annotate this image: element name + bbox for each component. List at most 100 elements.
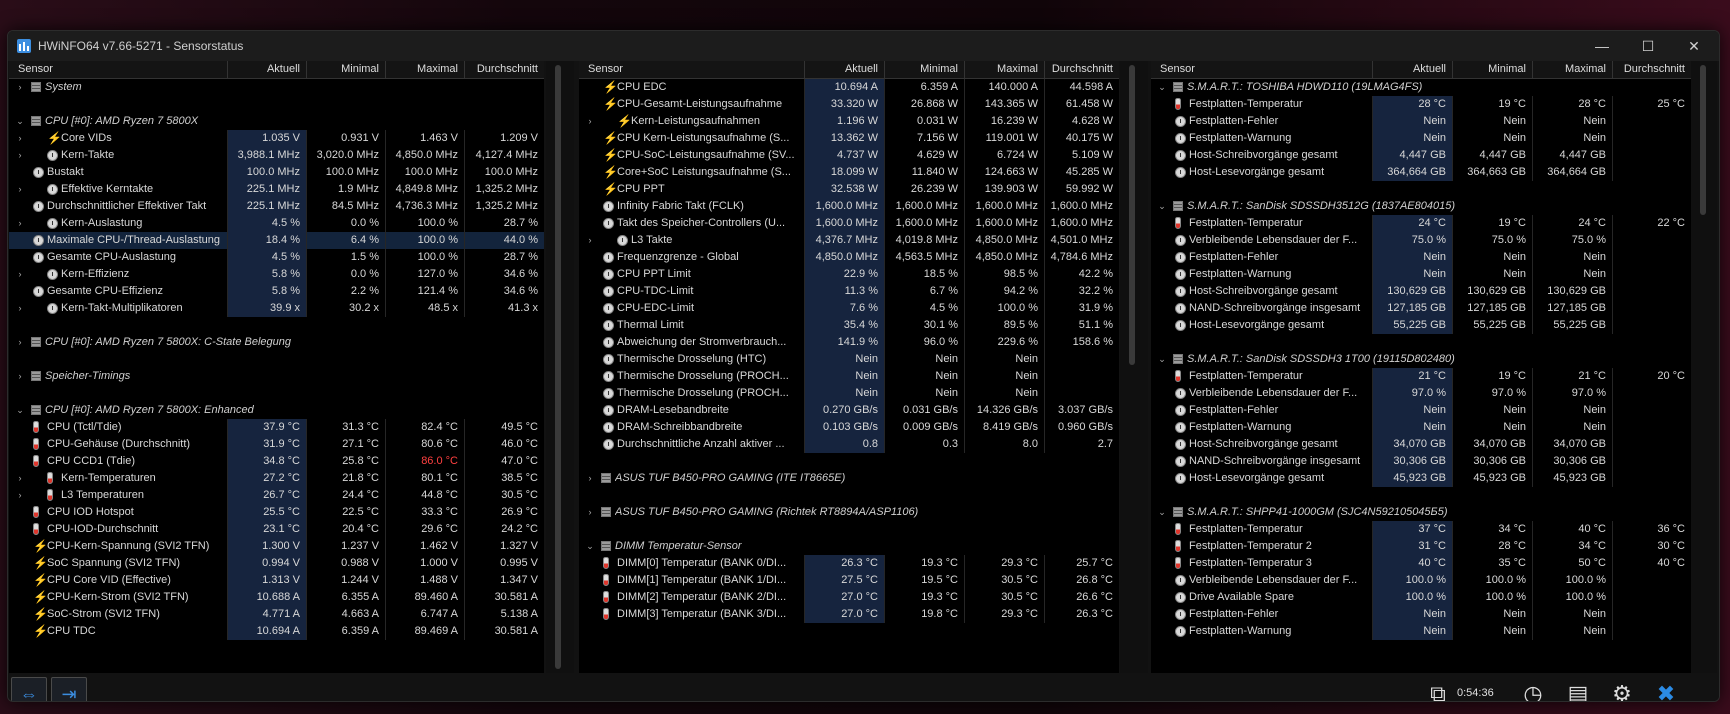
- sensor-row[interactable]: ⚡ CPU Core VID (Effective) 1.313 V 1.244 V1…: [9, 572, 544, 589]
- column-header[interactable]: Sensor Aktuell Minimal Maximal Durchschnitt: [579, 61, 1119, 79]
- sensor-row[interactable]: Thermal Limit 35.4 % 30.1 % 89.5 % 51.1 %: [579, 317, 1119, 334]
- sensor-row[interactable]: Host-Schreibvorgänge gesamt 34,070 GB 34,0…: [1151, 436, 1691, 453]
- column-header[interactable]: Sensor Aktuell Minimal Maximal Durchschnitt: [1151, 61, 1691, 79]
- expand-chevron-icon[interactable]: ›: [15, 130, 25, 147]
- sensor-row[interactable]: CPU-Gehäuse (Durchschnitt) 31.9 °C 27.1 °C…: [9, 436, 544, 453]
- expand-panels-button[interactable]: ⇔: [11, 677, 47, 701]
- expand-chevron-icon[interactable]: ›: [15, 147, 25, 164]
- clock-reset-icon[interactable]: ◷: [1513, 675, 1553, 701]
- expand-chevron-icon[interactable]: ⌄: [1157, 79, 1167, 96]
- sensor-row[interactable]: Festplatten-Fehler Nein Nein Nein: [1151, 402, 1691, 419]
- sensor-row[interactable]: CPU CCD1 (Tdie) 34.8 °C 25.8 °C 86.0 °C 47.0…: [9, 453, 544, 470]
- sensor-row[interactable]: Festplatten-Warnung Nein Nein Nein: [1151, 419, 1691, 436]
- sensor-row[interactable]: › Kern-Takte 3,988.1 MHz 3,020.0 MHz 4,850.0…: [9, 147, 544, 164]
- sensor-row[interactable]: › L3 Takte 4,376.7 MHz 4,019.8 MHz 4,850.0 M…: [579, 232, 1119, 249]
- sensor-group-row[interactable]: ⌄ DIMM Temperatur-Sensor: [579, 538, 1119, 555]
- sensor-row[interactable]: Thermische Drosselung (PROCH... Nein Nein N…: [579, 368, 1119, 385]
- column-header-1[interactable]: Aktuell: [227, 63, 300, 75]
- sensor-row[interactable]: Host-Lesevorgänge gesamt 364,664 GB 364,66…: [1151, 164, 1691, 181]
- sensor-row[interactable]: DIMM[3] Temperatur (BANK 3/DI... 27.0 °C 1…: [579, 606, 1119, 623]
- sensor-group-row[interactable]: › CPU [#0]: AMD Ryzen 7 5800X: C-State Be…: [9, 334, 544, 351]
- logging-icon[interactable]: ▤: [1558, 675, 1598, 701]
- sensor-group-row[interactable]: ⌄ CPU [#0]: AMD Ryzen 7 5800X: [9, 113, 544, 130]
- column-header-0[interactable]: Sensor: [18, 63, 53, 75]
- minimize-button[interactable]: —: [1579, 31, 1625, 61]
- sensor-row[interactable]: Host-Schreibvorgänge gesamt 130,629 GB 130…: [1151, 283, 1691, 300]
- sensor-row[interactable]: Festplatten-Warnung Nein Nein Nein: [1151, 623, 1691, 640]
- sensor-row[interactable]: Festplatten-Fehler Nein Nein Nein: [1151, 249, 1691, 266]
- sensor-row[interactable]: ⚡ SoC Spannung (SVI2 TFN) 0.994 V 0.988 V 1.…: [9, 555, 544, 572]
- sensor-group-row[interactable]: ⌄ S.M.A.R.T.: SHPP41-1000GM (SJC4N5921050…: [1151, 504, 1691, 521]
- expand-chevron-icon[interactable]: ›: [15, 487, 25, 504]
- expand-chevron-icon[interactable]: ›: [585, 113, 595, 130]
- column-header-0[interactable]: Sensor: [588, 63, 623, 75]
- close-sensors-icon[interactable]: ✖: [1646, 675, 1686, 701]
- sensor-row[interactable]: CPU IOD Hotspot 25.5 °C 22.5 °C 33.3 °C 26.9…: [9, 504, 544, 521]
- sensor-row[interactable]: ⚡ CPU Kern-Leistungsaufnahme (S... 13.362 …: [579, 130, 1119, 147]
- sensor-panel-3[interactable]: Sensor Aktuell Minimal Maximal Durchschnitt ⌄…: [1151, 61, 1691, 673]
- sensor-row[interactable]: Thermische Drosselung (HTC) Nein Nein Nein: [579, 351, 1119, 368]
- sensor-row[interactable]: Festplatten-Fehler Nein Nein Nein: [1151, 113, 1691, 130]
- sensor-row[interactable]: ⚡ SoC-Strom (SVI2 TFN) 4.771 A 4.663 A 6.747…: [9, 606, 544, 623]
- sensor-row[interactable]: Festplatten-Warnung Nein Nein Nein: [1151, 130, 1691, 147]
- sensor-row[interactable]: DRAM-Schreibbandbreite 0.103 GB/s 0.009 GB…: [579, 419, 1119, 436]
- sensor-row[interactable]: CPU (Tctl/Tdie) 37.9 °C 31.3 °C 82.4 °C 49.5…: [9, 419, 544, 436]
- column-header-4[interactable]: Durchschnitt: [1612, 63, 1685, 75]
- sensor-group-row[interactable]: ⌄ S.M.A.R.T.: TOSHIBA HDWD110 (19LMAG4FS): [1151, 79, 1691, 96]
- column-header-4[interactable]: Durchschnitt: [464, 63, 538, 75]
- sensor-row[interactable]: Festplatten-Temperatur 37 °C 34 °C 40 °C 36 …: [1151, 521, 1691, 538]
- sensor-row[interactable]: Host-Lesevorgänge gesamt 55,225 GB 55,225 …: [1151, 317, 1691, 334]
- sensor-group-row[interactable]: ⌄ S.M.A.R.T.: SanDisk SDSSDH3512G (1837AE…: [1151, 198, 1691, 215]
- scrollbar-panel-3[interactable]: [1691, 61, 1717, 673]
- sensor-row[interactable]: Gesamte CPU-Effizienz 5.8 % 2.2 % 121.4 % 34…: [9, 283, 544, 300]
- sensor-row[interactable]: Festplatten-Temperatur 2 31 °C 28 °C 34 °C 3…: [1151, 538, 1691, 555]
- expand-chevron-icon[interactable]: ⌄: [15, 113, 25, 130]
- expand-chevron-icon[interactable]: ›: [585, 470, 595, 487]
- sensor-row[interactable]: › Kern-Takt-Multiplikatoren 39.9 x 30.2 x 48…: [9, 300, 544, 317]
- sensor-row[interactable]: CPU-IOD-Durchschnitt 23.1 °C 20.4 °C 29.6 °…: [9, 521, 544, 538]
- sensor-row[interactable]: DIMM[1] Temperatur (BANK 1/DI... 27.5 °C 1…: [579, 572, 1119, 589]
- column-header-1[interactable]: Aktuell: [804, 63, 878, 75]
- sensor-row[interactable]: CPU PPT Limit 22.9 % 18.5 % 98.5 % 42.2 %: [579, 266, 1119, 283]
- sensor-row[interactable]: ⚡ CPU-SoC-Leistungsaufnahme (SV... 4.737 W…: [579, 147, 1119, 164]
- sensor-group-row[interactable]: ⌄ S.M.A.R.T.: SanDisk SDSSDH3 1T00 (19115…: [1151, 351, 1691, 368]
- expand-chevron-icon[interactable]: ›: [15, 470, 25, 487]
- settings-gear-icon[interactable]: ⚙: [1602, 675, 1642, 701]
- column-header-1[interactable]: Aktuell: [1372, 63, 1446, 75]
- sensor-row[interactable]: ⚡ CPU-Kern-Strom (SVI2 TFN) 10.688 A 6.355 …: [9, 589, 544, 606]
- sensor-row[interactable]: DIMM[0] Temperatur (BANK 0/DI... 26.3 °C 1…: [579, 555, 1119, 572]
- scrollbar-panel-2[interactable]: [1120, 61, 1148, 673]
- sensor-row[interactable]: ⚡ CPU PPT 32.538 W 26.239 W 139.903 W 59.992 …: [579, 181, 1119, 198]
- sensor-row[interactable]: › Kern-Auslastung 4.5 % 0.0 % 100.0 % 28.7 %: [9, 215, 544, 232]
- expand-chevron-icon[interactable]: ⌄: [15, 402, 25, 419]
- sensor-row[interactable]: Abweichung der Stromverbrauch... 141.9 % 9…: [579, 334, 1119, 351]
- sensor-row[interactable]: DRAM-Lesebandbreite 0.270 GB/s 0.031 GB/s 1…: [579, 402, 1119, 419]
- sensor-row[interactable]: › ⚡ Core VIDs 1.035 V 0.931 V 1.463 V 1.209 V: [9, 130, 544, 147]
- sensor-row[interactable]: Drive Available Spare 100.0 % 100.0 % 100.0…: [1151, 589, 1691, 606]
- sensor-panel-2[interactable]: Sensor Aktuell Minimal Maximal Durchschnitt ⚡…: [579, 61, 1119, 673]
- sensor-group-row[interactable]: › ASUS TUF B450-PRO GAMING (ITE IT8665E): [579, 470, 1119, 487]
- sensor-row[interactable]: Festplatten-Temperatur 3 40 °C 35 °C 50 °C 4…: [1151, 555, 1691, 572]
- expand-chevron-icon[interactable]: ⌄: [585, 538, 595, 555]
- sensor-row[interactable]: › ⚡ Kern-Leistungsaufnahmen 1.196 W 0.031 W1…: [579, 113, 1119, 130]
- expand-chevron-icon[interactable]: ›: [15, 334, 25, 351]
- sensor-row[interactable]: Host-Schreibvorgänge gesamt 4,447 GB 4,447…: [1151, 147, 1691, 164]
- sensor-row[interactable]: Durchschnittlicher Effektiver Takt 225.1 …: [9, 198, 544, 215]
- column-header-3[interactable]: Maximal: [385, 63, 458, 75]
- expand-chevron-icon[interactable]: ›: [15, 368, 25, 385]
- column-header-0[interactable]: Sensor: [1160, 63, 1195, 75]
- expand-chevron-icon[interactable]: ›: [585, 232, 595, 249]
- sensor-group-row[interactable]: › Speicher-Timings: [9, 368, 544, 385]
- sensor-row[interactable]: NAND-Schreibvorgänge insgesamt 30,306 GB 3…: [1151, 453, 1691, 470]
- sensor-row[interactable]: Verbleibende Lebensdauer der F... 97.0 % 9…: [1151, 385, 1691, 402]
- column-header-2[interactable]: Minimal: [1452, 63, 1526, 75]
- sensor-row[interactable]: Verbleibende Lebensdauer der F... 100.0 %…: [1151, 572, 1691, 589]
- sensor-row[interactable]: › L3 Temperaturen 26.7 °C 24.4 °C 44.8 °C 30.…: [9, 487, 544, 504]
- sensor-row[interactable]: Host-Lesevorgänge gesamt 45,923 GB 45,923 …: [1151, 470, 1691, 487]
- sensor-row[interactable]: Infinity Fabric Takt (FCLK) 1,600.0 MHz 1,…: [579, 198, 1119, 215]
- network-icon[interactable]: ⧉: [1418, 675, 1458, 701]
- expand-chevron-icon[interactable]: ›: [15, 79, 25, 96]
- scrollbar-panel-1[interactable]: [546, 61, 574, 673]
- sensor-row[interactable]: ⚡ CPU-Kern-Spannung (SVI2 TFN) 1.300 V 1.23…: [9, 538, 544, 555]
- sensor-row[interactable]: Verbleibende Lebensdauer der F... 75.0 % 7…: [1151, 232, 1691, 249]
